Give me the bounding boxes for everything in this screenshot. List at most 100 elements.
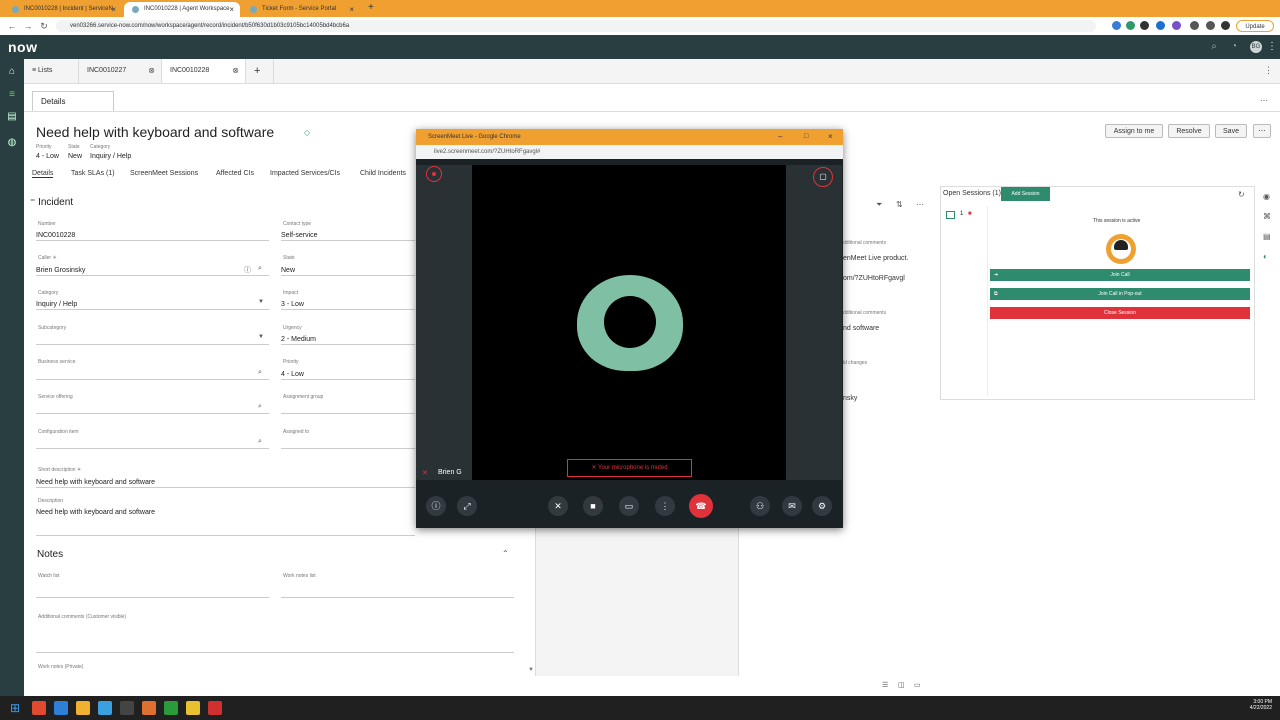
new-tab-icon[interactable]: + — [368, 2, 374, 13]
tab-inc0010227[interactable]: INC0010227 ⊗ — [79, 59, 162, 83]
record-icon[interactable] — [426, 166, 442, 182]
search-icon[interactable]: ⌕ — [1208, 41, 1220, 53]
chevron-down-icon[interactable]: ▼ — [258, 334, 264, 340]
panel-view-icon[interactable]: ▭ — [914, 681, 921, 689]
more-icon[interactable]: ⋯ — [1260, 96, 1268, 105]
close-session-button[interactable]: Close Session — [990, 307, 1250, 319]
split-view-icon[interactable]: ◫ — [898, 681, 905, 689]
chrome-icon[interactable] — [76, 701, 90, 715]
search-icon[interactable]: ⌕ — [258, 369, 262, 377]
screenmeet-icon[interactable]: ◐ — [1263, 252, 1268, 261]
urgency-select[interactable]: 2 - Medium — [281, 334, 415, 345]
popup-title-bar[interactable]: ScreenMeet Live - Google Chrome – □ × — [416, 129, 843, 145]
section-incident[interactable]: ⁼ Incident — [30, 197, 73, 208]
caller-field[interactable]: Brien Grosinsky — [36, 265, 269, 276]
sidebar-icon[interactable] — [1206, 21, 1215, 30]
close-icon[interactable]: × — [349, 2, 354, 17]
activity-text[interactable]: om/?ZUHtoRFgavgl — [843, 275, 905, 282]
close-icon[interactable]: × — [229, 2, 234, 17]
app-icon[interactable] — [98, 701, 112, 715]
subtab-details[interactable]: Details — [32, 170, 54, 178]
work-notes-list-field[interactable] — [281, 587, 514, 598]
chat-button[interactable]: ✉ — [782, 496, 802, 516]
list-view-icon[interactable]: ☰ — [882, 681, 888, 689]
extension-icon[interactable] — [1112, 21, 1121, 30]
document-icon[interactable]: ▤ — [1263, 232, 1271, 241]
business-service-field[interactable] — [36, 369, 269, 380]
app-icon[interactable] — [208, 701, 222, 715]
app-icon[interactable] — [120, 701, 134, 715]
info-icon[interactable]: ⓘ — [426, 496, 446, 516]
subcategory-select[interactable] — [36, 334, 269, 345]
extension-icon[interactable] — [1126, 21, 1135, 30]
fullscreen-icon[interactable]: ⤢ — [457, 496, 477, 516]
home-icon[interactable]: ⌂ — [6, 66, 18, 78]
tab-details[interactable]: Details — [32, 91, 114, 111]
impact-select[interactable]: 3 - Low — [281, 299, 415, 310]
popup-url[interactable]: live2.screenmeet.com/?ZUHtoRFgavgl# — [416, 145, 843, 159]
camera-toggle-button[interactable]: ■ — [583, 496, 603, 516]
tab-inc0010228[interactable]: INC0010228 ⊗ — [162, 59, 246, 83]
configuration-item-field[interactable] — [36, 438, 269, 449]
additional-comments-field[interactable] — [36, 625, 514, 653]
assign-to-me-button[interactable]: Assign to me — [1105, 124, 1163, 138]
reports-icon[interactable]: ◍ — [6, 137, 18, 149]
settings-button[interactable]: ⚙ — [812, 496, 832, 516]
subtab-impacted-services[interactable]: Impacted Services/CIs — [270, 170, 340, 177]
forward-icon[interactable]: → — [22, 20, 34, 32]
participants-button[interactable]: ⚇ — [750, 496, 770, 516]
description-field[interactable]: Need help with keyboard and software — [36, 507, 415, 536]
url-input[interactable]: ven03266.service-now.com/now/workspace/a… — [56, 20, 1096, 32]
save-button[interactable]: Save — [1215, 124, 1247, 138]
category-select[interactable]: Inquiry / Help — [36, 299, 269, 310]
more-vertical-icon[interactable]: ⋮ — [1266, 41, 1278, 53]
more-actions-button[interactable]: ⋯ — [1253, 124, 1271, 138]
subtab-task-slas[interactable]: Task SLAs (1) — [71, 170, 115, 177]
puzzle-icon[interactable] — [1190, 21, 1199, 30]
extension-icon[interactable] — [1156, 21, 1165, 30]
app-icon[interactable] — [32, 701, 46, 715]
close-icon[interactable]: × — [828, 129, 833, 145]
notification-bell-icon[interactable]: ▢ — [813, 167, 833, 187]
info-icon[interactable]: ⓘ — [244, 265, 251, 275]
assignment-group-field[interactable] — [281, 403, 415, 414]
search-icon[interactable]: ⌕ — [258, 403, 262, 411]
watch-list-field[interactable] — [36, 587, 269, 598]
join-call-button[interactable]: ➔ Join Call — [990, 269, 1250, 281]
minimize-icon[interactable]: – — [778, 129, 782, 145]
tag-icon[interactable]: ◇ — [304, 128, 310, 137]
clock[interactable]: 3:00 PM 4/22/2022 — [1236, 699, 1272, 711]
reload-icon[interactable]: ↻ — [38, 20, 50, 32]
filter-icon[interactable]: ⏷ — [876, 200, 882, 210]
subtab-child-incidents[interactable]: Child Incidents — [360, 170, 406, 177]
update-button[interactable]: Update — [1236, 20, 1274, 32]
browser-tab[interactable]: INC0010228 | Incident | ServiceN × — [4, 2, 122, 17]
browser-tab[interactable]: Ticket Form - Service Portal × — [242, 2, 360, 17]
chevron-up-icon[interactable]: ⌃ — [502, 549, 509, 558]
inbox-icon[interactable]: ▤ — [6, 111, 18, 123]
subtab-screenmeet-sessions[interactable]: ScreenMeet Sessions — [130, 170, 198, 177]
attachment-icon[interactable]: ⌘ — [1263, 212, 1271, 221]
app-icon[interactable] — [142, 701, 156, 715]
assigned-to-field[interactable] — [281, 438, 415, 449]
close-icon[interactable]: ⊗ — [148, 59, 155, 83]
more-options-button[interactable]: ⋮ — [655, 496, 675, 516]
close-icon[interactable]: ⊗ — [232, 59, 239, 83]
resolve-button[interactable]: Resolve — [1168, 124, 1210, 138]
session-checkbox[interactable] — [946, 211, 955, 219]
contact-type-select[interactable]: Self-service — [281, 230, 415, 241]
back-icon[interactable]: ← — [6, 20, 18, 32]
extension-icon[interactable] — [1172, 21, 1181, 30]
browser-tab[interactable]: INC0010228 | Agent Workspace × — [124, 2, 240, 17]
tab-lists[interactable]: ≡ Lists — [24, 59, 79, 83]
search-icon[interactable]: ⌕ — [258, 265, 262, 273]
chevron-down-icon[interactable]: ▼ — [258, 299, 264, 305]
state-select[interactable]: New — [281, 265, 415, 276]
microphone-toggle-button[interactable]: ✕ — [548, 496, 568, 516]
list-icon[interactable]: ≡ — [6, 89, 18, 101]
close-icon[interactable]: × — [111, 2, 116, 17]
file-explorer-icon[interactable] — [186, 701, 200, 715]
join-call-popout-button[interactable]: ⧉ Join Call in Pop-out — [990, 288, 1250, 300]
service-offering-field[interactable] — [36, 403, 269, 414]
maximize-icon[interactable]: □ — [804, 129, 808, 145]
